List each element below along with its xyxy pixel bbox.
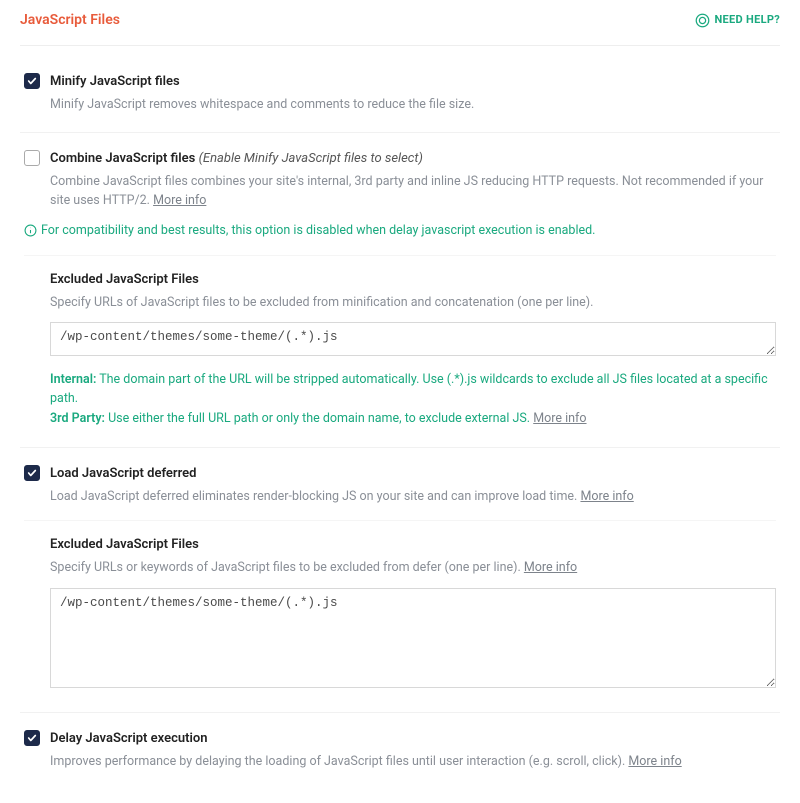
panel-title: JavaScript Files <box>20 10 120 31</box>
check-icon <box>27 76 37 86</box>
excluded-defer-section: Excluded JavaScript Files Specify URLs o… <box>24 520 776 694</box>
js-files-panel: JavaScript Files NEED HELP? Minify JavaS… <box>0 0 800 803</box>
need-help-button[interactable]: NEED HELP? <box>695 12 781 29</box>
minify-checkbox[interactable] <box>24 73 40 89</box>
combine-desc: Combine JavaScript files combines your s… <box>50 173 776 211</box>
excluded-minify-desc: Specify URLs of JavaScript files to be e… <box>50 294 776 313</box>
option-defer: Load JavaScript deferred Load JavaScript… <box>20 454 780 713</box>
option-minify: Minify JavaScript files Minify JavaScrip… <box>20 62 780 133</box>
combine-compat-notice: For compatibility and best results, this… <box>24 222 776 241</box>
excluded-defer-textarea[interactable] <box>50 588 776 688</box>
excluded-minify-textarea[interactable] <box>50 322 776 356</box>
defer-title: Load JavaScript deferred <box>50 464 776 484</box>
need-help-label: NEED HELP? <box>715 12 781 29</box>
combine-title-text: Combine JavaScript files <box>50 151 195 166</box>
info-icon <box>24 224 37 237</box>
excluded-defer-more-info-link[interactable]: More info <box>524 560 577 575</box>
delay-checkbox[interactable] <box>24 730 40 746</box>
combine-more-info-link[interactable]: More info <box>153 193 206 208</box>
excluded-minify-section: Excluded JavaScript Files Specify URLs o… <box>24 255 776 429</box>
help-icon <box>695 13 710 28</box>
panel-header: JavaScript Files NEED HELP? <box>20 10 780 46</box>
excluded-minify-title: Excluded JavaScript Files <box>50 270 776 290</box>
minify-desc: Minify JavaScript removes whitespace and… <box>50 96 776 115</box>
check-icon <box>27 733 37 743</box>
delay-more-info-link[interactable]: More info <box>628 754 681 769</box>
excluded-minify-hint-internal: Internal: The domain part of the URL wil… <box>50 371 776 409</box>
option-combine: Combine JavaScript files (Enable Minify … <box>20 139 780 448</box>
combine-title-note: (Enable Minify JavaScript files to selec… <box>199 151 423 166</box>
option-delay: Delay JavaScript execution Improves perf… <box>20 719 780 789</box>
defer-more-info-link[interactable]: More info <box>580 489 633 504</box>
combine-checkbox[interactable] <box>24 150 40 166</box>
delay-title: Delay JavaScript execution <box>50 729 776 749</box>
excluded-minify-more-info-link[interactable]: More info <box>533 411 586 426</box>
check-icon <box>27 468 37 478</box>
excluded-defer-desc: Specify URLs or keywords of JavaScript f… <box>50 559 776 578</box>
defer-checkbox[interactable] <box>24 465 40 481</box>
delay-desc: Improves performance by delaying the loa… <box>50 753 776 772</box>
excluded-defer-title: Excluded JavaScript Files <box>50 535 776 555</box>
defer-desc: Load JavaScript deferred eliminates rend… <box>50 488 776 507</box>
excluded-minify-hint-3rdparty: 3rd Party: Use either the full URL path … <box>50 410 776 429</box>
minify-title: Minify JavaScript files <box>50 72 776 92</box>
combine-title: Combine JavaScript files (Enable Minify … <box>50 149 776 169</box>
